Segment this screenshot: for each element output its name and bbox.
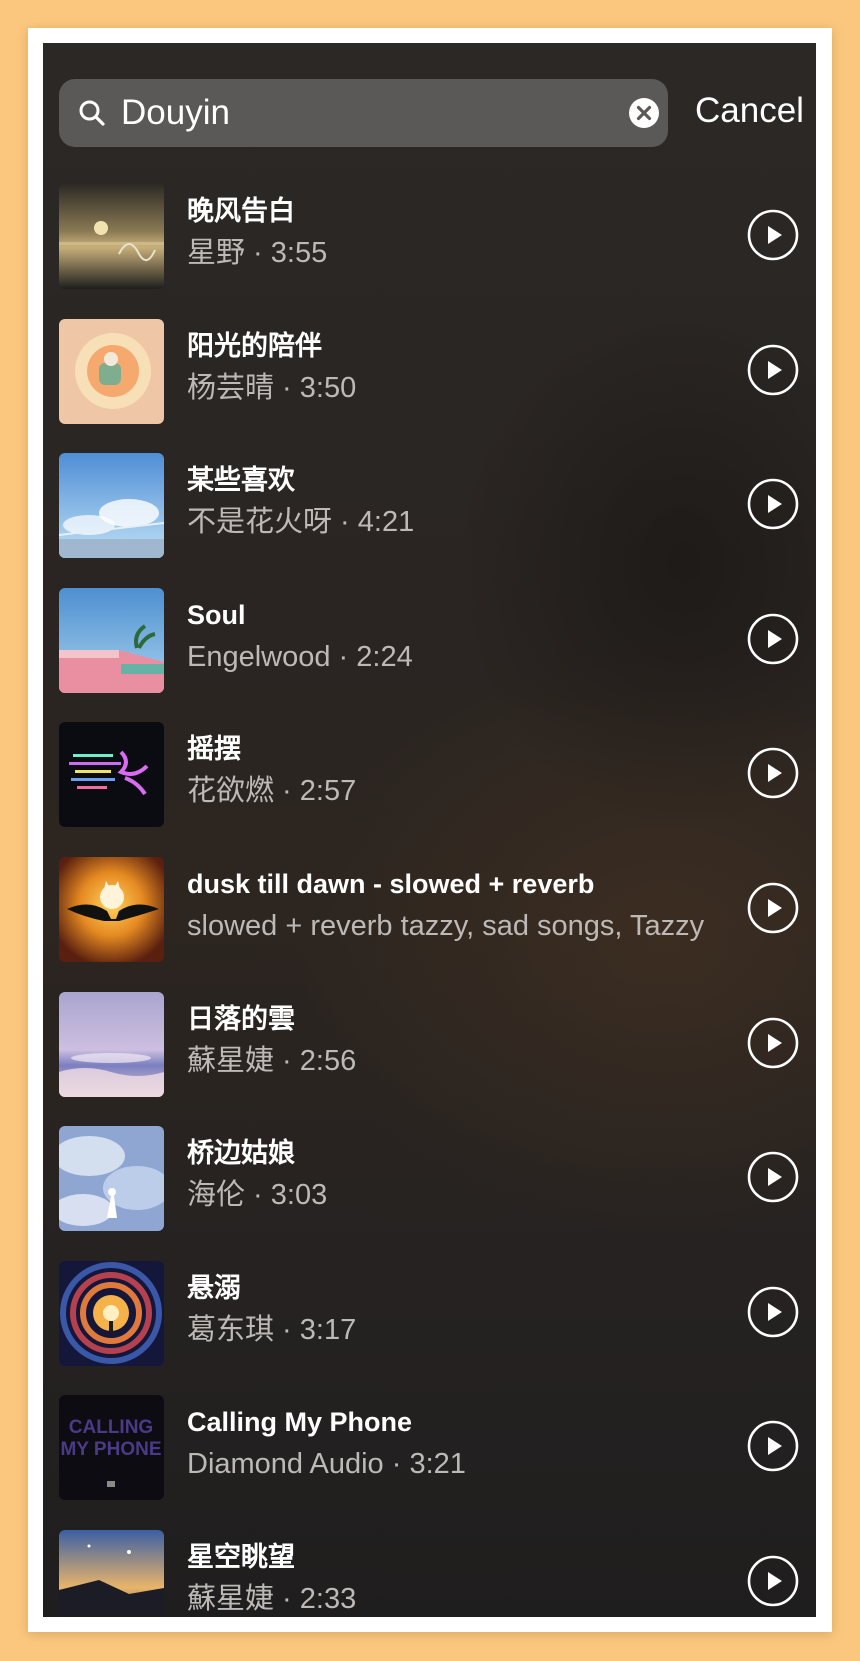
photo-frame: Douyin Cancel 晚风告白 星野 · 3:55 阳光的陪伴 杨芸晴 ·… [28, 28, 832, 1632]
track-row[interactable]: 日落的雲 蘇星婕 · 2:56 [43, 989, 816, 1124]
track-subtitle: 花欲燃 · 2:57 [187, 775, 357, 808]
track-subtitle: 蘇星婕 · 2:56 [187, 1044, 357, 1077]
album-art [59, 1260, 164, 1366]
track-title: 桥边姑娘 [187, 1138, 295, 1169]
play-icon[interactable] [747, 1555, 799, 1607]
album-art [59, 318, 164, 424]
track-title: 晚风告白 [187, 196, 295, 226]
track-row[interactable]: 摇摆 花欲燃 · 2:57 [43, 719, 816, 854]
cancel-button[interactable]: Cancel [695, 91, 804, 131]
track-subtitle: 星野 · 3:55 [187, 237, 328, 269]
album-art [59, 184, 164, 289]
album-art [59, 453, 164, 559]
art-text: MY PHONE [60, 1439, 161, 1460]
track-title: 摇摆 [187, 734, 241, 765]
album-art [59, 856, 164, 962]
track-row[interactable]: 某些喜欢 不是花火呀 · 4:21 [43, 450, 816, 585]
album-art [59, 722, 164, 828]
track-row[interactable]: dusk till dawn - slowed + reverb slowed … [43, 854, 816, 989]
track-title: 某些喜欢 [187, 465, 295, 496]
clear-icon[interactable] [628, 97, 660, 129]
track-row[interactable]: 星空眺望 蘇星婕 · 2:33 [43, 1527, 816, 1617]
play-icon[interactable] [747, 344, 799, 396]
play-icon[interactable] [747, 209, 799, 261]
play-icon[interactable] [747, 478, 799, 530]
play-icon[interactable] [747, 882, 799, 934]
track-row[interactable]: 阳光的陪伴 杨芸晴 · 3:50 [43, 316, 816, 451]
track-row[interactable]: 桥边姑娘 海伦 · 3:03 [43, 1123, 816, 1258]
track-subtitle: 蘇星婕 · 2:33 [187, 1582, 357, 1615]
album-art [59, 1529, 164, 1617]
track-row[interactable]: 悬溺 葛东琪 · 3:17 [43, 1258, 816, 1393]
track-row[interactable]: CALLING MY PHONE Calling My Phone Diamon… [43, 1392, 816, 1527]
search-input[interactable]: Douyin [121, 93, 230, 133]
track-row[interactable]: 晚风告白 星野 · 3:55 [43, 181, 816, 316]
play-icon[interactable] [747, 1420, 799, 1472]
track-title: Calling My Phone [187, 1407, 413, 1438]
play-icon[interactable] [747, 747, 799, 799]
search-icon [79, 100, 105, 126]
search-bar[interactable]: Douyin [59, 79, 668, 147]
track-title: 星空眺望 [187, 1541, 295, 1572]
track-title: dusk till dawn - slowed + reverb [187, 868, 595, 899]
track-title: 悬溺 [187, 1272, 241, 1303]
track-subtitle: Diamond Audio · 3:21 [187, 1448, 466, 1481]
album-art [59, 1126, 164, 1232]
play-icon[interactable] [747, 1286, 799, 1338]
album-art [59, 587, 164, 693]
track-row[interactable]: Soul Engelwood · 2:24 [43, 585, 816, 720]
art-text: CALLING [69, 1417, 153, 1438]
track-subtitle: Engelwood · 2:24 [187, 640, 413, 673]
track-title: 日落的雲 [187, 1003, 295, 1034]
play-icon[interactable] [747, 1017, 799, 1069]
track-title: Soul [187, 599, 246, 630]
track-subtitle: 不是花火呀 · 4:21 [187, 506, 415, 539]
track-subtitle: 葛东琪 · 3:17 [187, 1313, 357, 1346]
track-title: 阳光的陪伴 [187, 330, 322, 361]
track-list: 晚风告白 星野 · 3:55 阳光的陪伴 杨芸晴 · 3:50 某些喜欢 不是花… [43, 181, 816, 1617]
play-icon[interactable] [747, 613, 799, 665]
track-subtitle: slowed + reverb tazzy, sad songs, Tazzy [187, 909, 705, 942]
album-art: CALLING MY PHONE [59, 1395, 164, 1501]
track-subtitle: 海伦 · 3:03 [187, 1179, 328, 1212]
track-subtitle: 杨芸晴 · 3:50 [187, 371, 357, 404]
album-art [59, 991, 164, 1097]
phone-screen: Douyin Cancel 晚风告白 星野 · 3:55 阳光的陪伴 杨芸晴 ·… [43, 43, 816, 1617]
play-icon[interactable] [747, 1151, 799, 1203]
